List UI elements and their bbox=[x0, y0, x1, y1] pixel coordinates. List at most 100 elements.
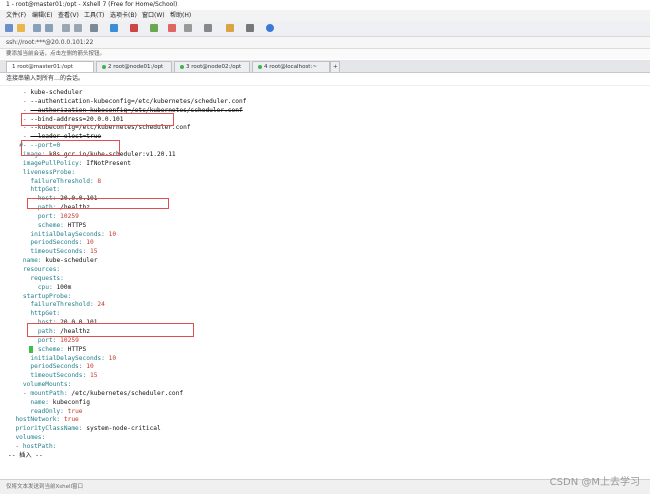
yaml-key: volumes: bbox=[15, 434, 46, 442]
yaml-value: 100m bbox=[52, 283, 72, 291]
disconnect-icon[interactable] bbox=[45, 24, 53, 32]
help-icon[interactable] bbox=[266, 24, 274, 32]
yaml-value: --authentication-kubeconfig=/etc/kuberne… bbox=[30, 97, 247, 105]
address-bar[interactable]: ssh://root:***@20.0.0.101:22 bbox=[0, 37, 650, 49]
compose-text: 连接串输入到所有…的会话。 bbox=[6, 75, 85, 82]
yaml-value: /etc/kubernetes/scheduler.conf bbox=[67, 389, 184, 397]
change-marker bbox=[29, 346, 33, 353]
terminal-line: name: kubeconfig bbox=[8, 398, 90, 407]
yaml-key: scheme: bbox=[37, 345, 64, 353]
menu-help[interactable]: 帮助(H) bbox=[170, 10, 191, 21]
menu-edit[interactable]: 编辑(E) bbox=[32, 10, 52, 21]
terminal-line: httpGet: bbox=[8, 185, 60, 194]
terminal-line: - hostPath: bbox=[8, 442, 56, 451]
terminal-line: cpu: 100m bbox=[8, 283, 72, 292]
yaml-key: cpu: bbox=[37, 283, 53, 291]
yaml-key: resources: bbox=[22, 266, 61, 273]
new-session-icon[interactable] bbox=[5, 24, 13, 32]
yaml-value: true bbox=[63, 407, 83, 415]
yaml-key: initialDelaySeconds: bbox=[30, 230, 105, 238]
terminal-line: -- 插入 -- bbox=[8, 451, 43, 460]
terminal-line: port: 10259 bbox=[8, 212, 79, 221]
yaml-value: 10 bbox=[104, 230, 117, 238]
terminal-line: failureThreshold: 24 bbox=[8, 300, 105, 309]
yaml-value: 8 bbox=[93, 177, 102, 185]
globe-icon[interactable] bbox=[110, 24, 118, 32]
terminal-line: - kube-scheduler bbox=[8, 88, 83, 97]
open-folder-icon[interactable] bbox=[17, 24, 25, 32]
copy-icon[interactable] bbox=[62, 24, 70, 32]
menu-tabs[interactable]: 选项卡(B) bbox=[110, 10, 137, 21]
yaml-value: 15 bbox=[86, 248, 98, 256]
menu-view[interactable]: 查看(V) bbox=[58, 10, 79, 21]
yaml-key: imagePullPolicy: bbox=[22, 159, 83, 167]
find-icon[interactable] bbox=[90, 24, 98, 32]
add-tab-button[interactable]: + bbox=[330, 61, 340, 72]
terminal-line: timeoutSeconds: 15 bbox=[8, 247, 97, 256]
terminal-line: volumes: bbox=[8, 433, 45, 442]
yaml-key: startupProbe: bbox=[22, 292, 72, 300]
yaml-key: initialDelaySeconds: bbox=[30, 354, 105, 362]
terminal-line: timeoutSeconds: 15 bbox=[8, 371, 97, 380]
terminal-line: imagePullPolicy: IfNotPresent bbox=[8, 159, 131, 168]
yaml-key: failureThreshold: bbox=[30, 177, 94, 185]
terminal-line: priorityClassName: system-node-critical bbox=[8, 424, 160, 433]
tab-label: 2 root@node01:/opt bbox=[108, 64, 164, 70]
yaml-value: IfNotPresent bbox=[82, 159, 131, 167]
tab-node01[interactable]: 2 root@node01:/opt bbox=[96, 61, 172, 72]
yaml-key: periodSeconds: bbox=[30, 363, 83, 371]
layout-icon[interactable] bbox=[246, 24, 254, 32]
terminal-line: periodSeconds: 10 bbox=[8, 362, 93, 371]
tab-label: 3 root@node02:/opt bbox=[186, 64, 242, 70]
plus-icon: + bbox=[333, 64, 338, 70]
terminal-line: failureThreshold: 8 bbox=[8, 177, 101, 186]
yaml-key: requests: bbox=[30, 274, 64, 282]
list-dash: - bbox=[15, 443, 23, 450]
menu-window[interactable]: 窗口(W) bbox=[142, 10, 165, 21]
yaml-key: volumeMounts: bbox=[22, 381, 72, 389]
tab-localhost[interactable]: 4 root@localhost:~ bbox=[252, 61, 330, 72]
yaml-key: priorityClassName: bbox=[15, 425, 83, 433]
yaml-key: livenessProbe: bbox=[22, 168, 76, 176]
yaml-key: timeoutSeconds: bbox=[30, 248, 87, 256]
paste-icon[interactable] bbox=[74, 24, 82, 32]
yaml-key: failureThreshold: bbox=[30, 301, 94, 309]
yaml-value: -- 插入 -- bbox=[8, 451, 43, 459]
script-icon[interactable] bbox=[226, 24, 234, 32]
xftp-icon[interactable] bbox=[168, 24, 176, 32]
yaml-key: port: bbox=[37, 212, 57, 220]
yaml-key: hostPath: bbox=[22, 443, 57, 450]
hint-text: 要添加当前会话，点击左侧的箭头按钮。 bbox=[6, 51, 106, 57]
terminal-line: startupProbe: bbox=[8, 292, 71, 301]
yaml-value: kube-scheduler bbox=[41, 257, 98, 265]
reconnect-icon[interactable] bbox=[33, 24, 41, 32]
menu-file[interactable]: 文件(F) bbox=[6, 10, 26, 21]
lock-icon[interactable] bbox=[184, 24, 192, 32]
tab-node02[interactable]: 3 root@node02:/opt bbox=[174, 61, 250, 72]
address-value: ssh://root:***@20.0.0.101:22 bbox=[6, 39, 94, 46]
connected-icon bbox=[258, 64, 262, 69]
font-icon[interactable] bbox=[150, 24, 158, 32]
compose-bar[interactable]: 连接串输入到所有…的会话。 bbox=[0, 73, 650, 86]
terminal-line: scheme: HTTPS bbox=[8, 221, 86, 230]
color-scheme-icon[interactable] bbox=[130, 24, 138, 32]
yaml-value: kubeconfig bbox=[49, 398, 90, 406]
menu-tools[interactable]: 工具(T) bbox=[84, 10, 104, 21]
connected-icon bbox=[180, 64, 184, 69]
keyboard-icon[interactable] bbox=[204, 24, 212, 32]
yaml-key: name: bbox=[30, 398, 49, 406]
tab-master01[interactable]: 1 root@master01:/opt bbox=[6, 61, 94, 72]
yaml-key: hostNetwork: bbox=[15, 416, 61, 424]
tab-label: 4 root@localhost:~ bbox=[264, 64, 317, 70]
